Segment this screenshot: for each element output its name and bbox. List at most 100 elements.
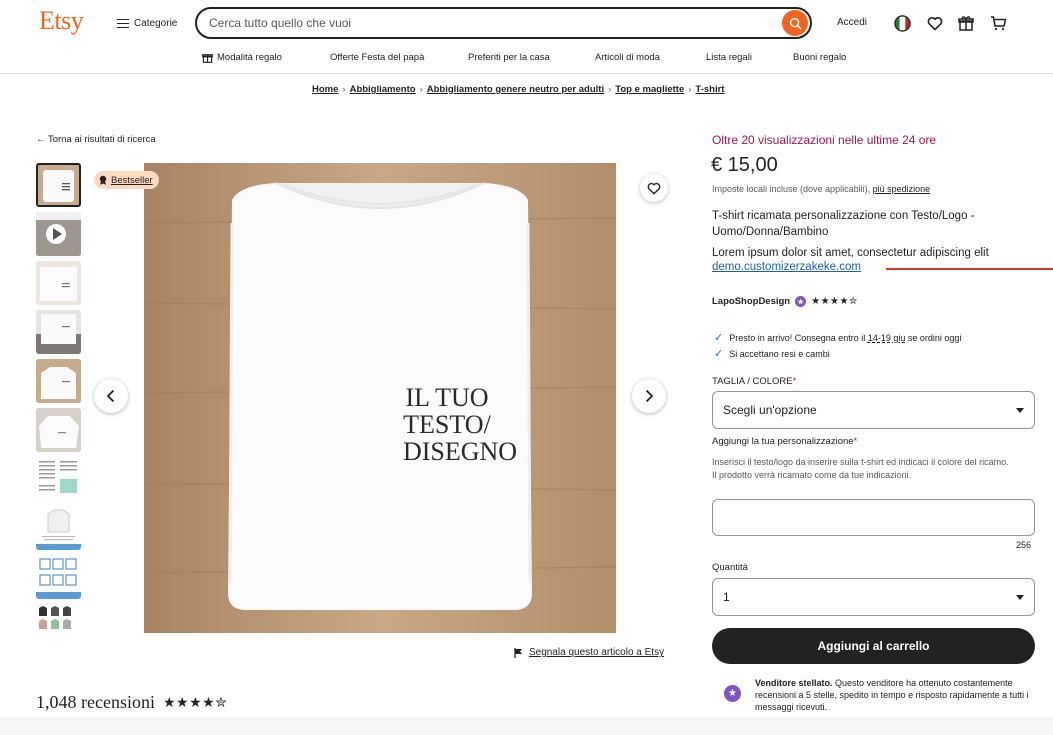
image-text-line: IL TUO: [405, 383, 488, 412]
previous-image-button[interactable]: [94, 379, 128, 413]
report-item-link[interactable]: Segnala questo articolo a Etsy: [514, 647, 664, 658]
star-seller-title: Venditore stellato.: [755, 678, 833, 688]
breadcrumb-tops[interactable]: Top e magliette: [615, 84, 684, 95]
character-counter: 256: [1016, 540, 1032, 550]
tax-note: Imposte locali incluse (dove applicabili…: [712, 184, 930, 194]
shop-star-rating: ★★★★✮: [811, 296, 858, 307]
gift-icon: [958, 16, 974, 31]
views-notice: Oltre 20 visualizzazioni nelle ultime 24…: [712, 133, 937, 147]
nav-item-gift-cards[interactable]: Buoni regalo: [793, 52, 846, 63]
thumbnail-video[interactable]: [36, 212, 81, 256]
delivery-suffix: se ordini oggi: [907, 332, 962, 343]
back-to-results-link[interactable]: ← Torna ai risultati di ricerca: [36, 134, 156, 145]
etsy-logo[interactable]: Etsy: [39, 6, 84, 36]
select-value: Scegli un'opzione: [723, 403, 817, 417]
product-price: € 15,00: [711, 154, 778, 176]
product-title: T-shirt ricamata personalizzazione con T…: [712, 210, 975, 238]
thumbnail[interactable]: [36, 359, 81, 403]
thumbnail-size-chart[interactable]: [36, 457, 81, 501]
cart-icon: [990, 16, 1006, 31]
annotation-line: [886, 268, 1053, 270]
breadcrumb: Home › Abbigliamento › Abbigliamento gener…: [312, 84, 725, 95]
bestseller-label: Bestseller: [111, 174, 153, 186]
search-bar: [195, 7, 812, 39]
nav-item-fashion[interactable]: Articoli di moda: [595, 52, 660, 63]
size-color-select[interactable]: Scegli un'opzione: [712, 391, 1035, 429]
cart-button[interactable]: [988, 13, 1008, 33]
thumbnail[interactable]: [36, 506, 81, 550]
add-to-favorites-button[interactable]: [640, 174, 668, 202]
select-value: 1: [723, 590, 730, 604]
thumbnail[interactable]: [36, 555, 81, 599]
image-text-line: TESTO/: [403, 410, 491, 439]
italy-flag-icon: [893, 14, 911, 32]
search-icon: [789, 17, 801, 29]
quantity-select[interactable]: 1: [712, 578, 1035, 616]
language-button[interactable]: [892, 13, 912, 33]
star-rating: ★★★★✮: [162, 694, 228, 710]
chevron-right-icon: [645, 389, 654, 403]
main-product-image[interactable]: IL TUO TESTO/ DISEGNO: [144, 163, 616, 633]
thumbnail[interactable]: [36, 163, 81, 207]
reviews-summary: 1,048 recensioni ★★★★✮: [36, 692, 227, 713]
shop-name[interactable]: LapoShopDesign: [712, 296, 790, 307]
page-bottom-band: [0, 717, 1053, 735]
required-marker: *: [853, 436, 858, 447]
personalization-label: Aggiungi la tua personalizzazione*: [712, 436, 858, 447]
category-nav: Modalità regalo Offerte Festa del papà P…: [0, 50, 1053, 68]
size-color-label: TAGLIA / COLORE*: [712, 376, 797, 387]
breadcrumb-unisex-adult[interactable]: Abbigliamento genere neutro per adulti: [427, 84, 604, 95]
returns-label: Si accettano resi e cambi: [729, 348, 830, 359]
quantity-label: Quantità: [712, 562, 748, 573]
delivery-prefix: Presto in arrivo! Consegna entro il: [729, 332, 866, 343]
site-header: Etsy Categorie Accedi: [0, 0, 1053, 46]
caret-down-icon: [1016, 407, 1024, 413]
signin-link[interactable]: Accedi: [837, 17, 867, 28]
returns-info: ✓ Si accettano resi e cambi: [714, 347, 830, 360]
caret-down-icon: [1016, 594, 1024, 600]
nav-item-label: Modalità regalo: [217, 52, 282, 63]
nav-item-home-favorites[interactable]: Preferiti per la casa: [468, 52, 550, 63]
customizer-link[interactable]: demo.customizerzakeke.com: [712, 261, 861, 273]
checkmark-icon: ✓: [714, 332, 724, 344]
personalization-textarea[interactable]: [712, 499, 1035, 536]
thumbnail[interactable]: [36, 261, 81, 305]
thumbnail[interactable]: [36, 310, 81, 354]
tax-text: Imposte locali incluse (dove applicabili…: [712, 184, 871, 194]
star-seller-icon: ★: [795, 296, 807, 307]
next-image-button[interactable]: [632, 379, 666, 413]
star-seller-icon: ★: [724, 685, 741, 702]
breadcrumb-home[interactable]: Home: [312, 84, 338, 95]
checkmark-icon: ✓: [714, 348, 724, 360]
ribbon-icon: [99, 175, 107, 185]
delivery-estimate: ✓ Presto in arrivo! Consegna entro il 14…: [714, 331, 961, 344]
breadcrumb-tshirt[interactable]: T-shirt: [695, 84, 724, 95]
flag-icon: [514, 647, 522, 658]
thumbnail[interactable]: [36, 408, 81, 452]
search-button[interactable]: [782, 10, 808, 36]
gift-button[interactable]: [956, 13, 976, 33]
heart-icon: [647, 182, 661, 194]
report-label: Segnala questo articolo a Etsy: [529, 647, 665, 658]
delivery-dates[interactable]: 14-19 giu: [868, 333, 906, 343]
nav-item-registry[interactable]: Lista regali: [706, 52, 752, 63]
categories-label: Categorie: [134, 17, 178, 29]
nav-divider: [0, 73, 1053, 74]
personalization-help: Inserisci il testo/logo da inserire sull…: [712, 457, 1009, 480]
image-text-line: DISEGNO: [403, 437, 517, 466]
review-count: 1,048 recensioni: [36, 692, 155, 712]
breadcrumb-clothing[interactable]: Abbigliamento: [350, 84, 416, 95]
favorites-button[interactable]: [925, 13, 945, 33]
search-input[interactable]: [209, 16, 769, 30]
star-seller-info: ★ Venditore stellato. Questo venditore h…: [724, 677, 1034, 713]
shipping-link[interactable]: più spedizione: [873, 184, 931, 194]
categories-button[interactable]: Categorie: [117, 14, 177, 32]
nav-item-fathers-day[interactable]: Offerte Festa del papà: [330, 52, 424, 63]
required-marker: *: [792, 376, 797, 387]
bestseller-badge[interactable]: Bestseller: [94, 171, 159, 189]
product-description-snippet: Lorem ipsum dolor sit amet, consectetur …: [712, 247, 989, 259]
thumbnail[interactable]: [36, 604, 81, 648]
shop-info: LapoShopDesign ★ ★★★★✮: [712, 296, 858, 307]
nav-item-gift-mode[interactable]: Modalità regalo: [202, 52, 282, 63]
add-to-cart-button[interactable]: Aggiungi al carrello: [712, 628, 1035, 664]
